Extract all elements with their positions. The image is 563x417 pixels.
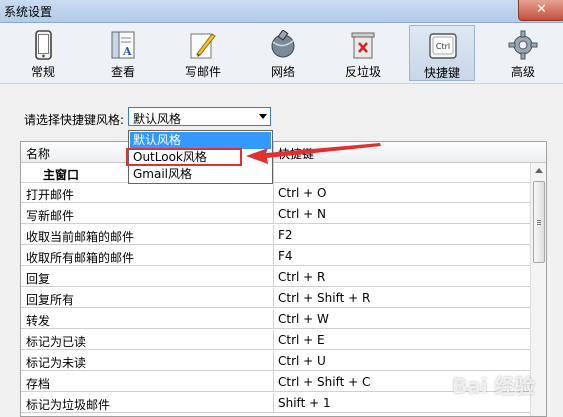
action-name: 收取当前邮箱的邮件 (26, 230, 135, 244)
shortcut-style-label: 请选择快捷键风格: (24, 113, 125, 127)
shortcut-key[interactable]: Ctrl + N (278, 207, 326, 221)
shortcut-key[interactable]: Ctrl + W (278, 312, 329, 326)
action-name: 转发 (26, 314, 51, 328)
column-divider[interactable] (273, 142, 274, 162)
table-row[interactable]: 转发 Ctrl + W (21, 309, 530, 329)
shortcut-key[interactable]: Shift + 1 (278, 396, 331, 410)
shortcut-key[interactable]: Ctrl + Shift + R (278, 291, 370, 305)
selected-value: 默认风格 (133, 112, 182, 126)
column-header-name[interactable]: 名称 (26, 145, 50, 162)
ctrl-key-icon: Ctrl (429, 33, 457, 59)
cell-divider (273, 393, 274, 413)
table-row[interactable]: 写新邮件 Ctrl + N (21, 204, 530, 224)
phone-icon (35, 30, 52, 60)
annotation-highlight-box (126, 148, 242, 166)
tab-advanced[interactable]: 高级 (490, 25, 556, 81)
scroll-up-arrow-icon[interactable] (535, 168, 543, 173)
cell-divider (273, 267, 274, 287)
watermark-logo: Bai 经验 (452, 374, 535, 398)
tab-general[interactable]: 常规 (10, 25, 76, 81)
table-row[interactable]: 回复所有 Ctrl + Shift + R (21, 288, 530, 308)
action-name: 标记为已读 (26, 335, 87, 349)
cell-divider (273, 204, 274, 224)
shortcut-key[interactable]: Ctrl + R (278, 270, 325, 284)
document-view-icon: A (111, 31, 135, 59)
action-name: 打开邮件 (26, 188, 75, 202)
shortcut-key[interactable]: Ctrl + Shift + C (278, 375, 370, 389)
shortcut-key[interactable]: F4 (278, 249, 293, 263)
cell-divider (273, 183, 274, 203)
tab-view[interactable]: A 查看 (90, 25, 156, 81)
svg-text:Ctrl: Ctrl (436, 42, 450, 51)
satellite-globe-icon (271, 30, 295, 58)
tab-network[interactable]: 网络 (250, 25, 316, 81)
cell-divider (273, 288, 274, 308)
table-row[interactable]: 打开邮件 Ctrl + O (21, 183, 530, 203)
tab-label: 常规 (30, 65, 55, 79)
tab-label: 快捷键 (423, 66, 460, 80)
cell-divider (273, 246, 274, 266)
shortcut-style-select[interactable]: 默认风格 (128, 107, 271, 126)
pencil-paper-icon (190, 33, 216, 59)
action-name: 回复所有 (26, 293, 75, 307)
window-title: 系统设置 (4, 5, 53, 19)
tab-label: 高级 (510, 65, 535, 79)
cell-divider (273, 330, 274, 350)
table-header: 名称 快捷键 (21, 142, 546, 163)
tab-compose[interactable]: 写邮件 (170, 25, 236, 81)
gear-icon (508, 30, 538, 60)
shortcut-key[interactable]: Ctrl + O (278, 186, 326, 200)
option-gmail-style[interactable]: Gmail风格 (130, 166, 271, 183)
shortcut-key[interactable]: F2 (278, 228, 293, 242)
cell-divider (273, 351, 274, 371)
action-name: 收取所有邮箱的邮件 (26, 251, 135, 265)
table-row[interactable]: 标记为已读 Ctrl + E (21, 330, 530, 350)
action-name: 存档 (26, 377, 51, 391)
shortcut-key[interactable]: Ctrl + E (278, 333, 325, 347)
scrollbar-thumb[interactable] (533, 181, 545, 263)
table-row[interactable]: 收取所有邮箱的邮件 F4 (21, 246, 530, 266)
tab-antispam[interactable]: 反垃圾 (330, 25, 396, 81)
window-title-bar: 系统设置 ✕ (0, 0, 563, 23)
action-name: 回复 (26, 272, 51, 286)
settings-toolbar: 常规 A 查看 写邮件 网络 反垃圾 Ctrl 快捷键 高级 (0, 23, 563, 84)
cell-divider (273, 225, 274, 245)
table-row-group[interactable]: 主窗口 (21, 163, 530, 183)
tab-label: 反垃圾 (344, 65, 381, 79)
close-button[interactable]: ✕ (518, 0, 563, 21)
tab-shortcuts[interactable]: Ctrl 快捷键 (409, 25, 475, 81)
table-row[interactable]: 收取当前邮箱的邮件 F2 (21, 225, 530, 245)
cell-divider (273, 372, 274, 392)
column-header-shortcut[interactable]: 快捷键 (278, 145, 314, 162)
tab-label: 写邮件 (184, 65, 221, 79)
action-name: 写新邮件 (26, 209, 75, 223)
svg-text:A: A (122, 45, 132, 58)
table-row[interactable]: 标记为未读 Ctrl + U (21, 351, 530, 371)
tab-label: 查看 (110, 65, 135, 79)
trash-reject-icon (351, 32, 375, 59)
chevron-down-icon[interactable] (259, 114, 267, 119)
cell-divider (273, 163, 274, 183)
option-default-style[interactable]: 默认风格 (130, 132, 271, 149)
table-row[interactable]: 回复 Ctrl + R (21, 267, 530, 287)
action-name: 标记为垃圾邮件 (26, 398, 111, 412)
action-name: 标记为未读 (26, 356, 87, 370)
cell-divider (273, 309, 274, 329)
tab-label: 网络 (270, 65, 295, 79)
shortcut-key[interactable]: Ctrl + U (278, 354, 326, 368)
